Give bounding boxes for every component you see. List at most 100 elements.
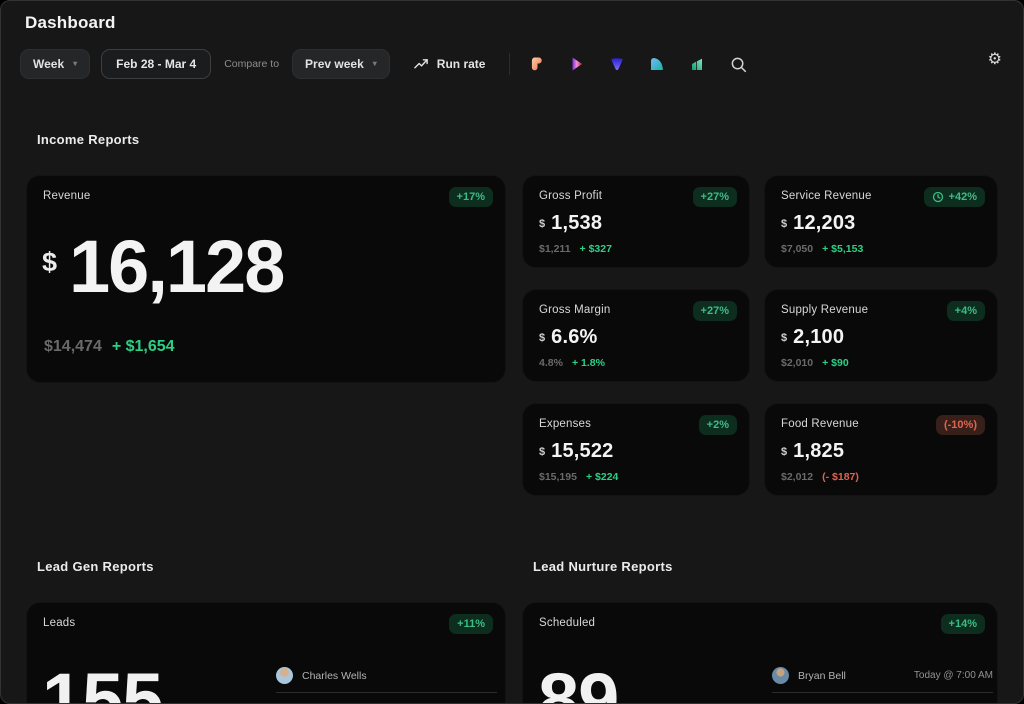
search-icon[interactable] [730,56,747,73]
metric-value: $ 12,203 [781,212,856,235]
metric-label: Revenue [43,190,90,202]
run-rate-toggle[interactable]: Run rate [414,57,486,71]
change-badge: +27% [693,187,737,207]
metric-label: Gross Margin [539,304,610,316]
currency-symbol: $ [42,247,57,304]
metric-value: $ 6.6% [539,326,598,349]
currency-symbol: $ [539,332,545,344]
change-badge: +2% [699,415,737,435]
integration-fin-icon[interactable] [649,56,665,72]
compare-select[interactable]: Prev week ▾ [292,49,390,79]
currency-symbol: $ [539,446,545,458]
previous-value: $1,211 [539,243,571,255]
gross-profit-card[interactable]: Gross Profit +27% $ 1,538 $1,211 + $327 [522,175,750,268]
assignee-name: Charles Wells [302,670,367,682]
previous-value: $15,195 [539,471,577,483]
previous-value: $2,012 [781,471,813,483]
supply-revenue-card[interactable]: Supply Revenue +4% $ 2,100 $2,010 + $90 [764,289,998,382]
assignee-name: Bryan Bell [798,670,846,682]
scheduled-time: Today @ 7:00 AM [914,670,993,681]
delta-value: + 1.8% [572,357,605,369]
comparison-row: $14,474 + $1,654 [44,338,175,356]
chevron-down-icon: ▾ [73,60,77,68]
metric-label: Scheduled [539,617,595,629]
integration-icons [529,56,705,72]
previous-value: $7,050 [781,243,813,255]
lead-gen-reports-heading: Lead Gen Reports [37,559,154,574]
currency-symbol: $ [781,218,787,230]
metric-value-number: 15,522 [551,440,613,463]
metric-label: Supply Revenue [781,304,868,316]
currency-symbol: $ [781,446,787,458]
change-badge: +17% [449,187,493,207]
period-select[interactable]: Week ▾ [20,49,90,79]
delta-value: + $327 [580,243,612,255]
date-range-label: Feb 28 - Mar 4 [116,57,196,71]
chevron-down-icon: ▾ [373,60,377,68]
compare-select-value: Prev week [305,57,364,71]
badge-clock-icon [932,191,944,203]
delta-value: + $5,153 [822,243,863,255]
currency-symbol: $ [539,218,545,230]
previous-value: 4.8% [539,357,563,369]
comparison-row: $15,195 + $224 [539,471,618,483]
metric-label: Service Revenue [781,190,872,202]
leads-card[interactable]: Leads +11% 155 Charles Wells [26,602,506,704]
comparison-row: $2,010 + $90 [781,357,849,369]
metric-value-number: 155 [42,663,162,704]
assignee-row[interactable]: Bryan Bell Today @ 7:00 AM [772,659,993,693]
service-revenue-card[interactable]: Service Revenue +42% $ 12,203 $7,050 + $… [764,175,998,268]
metric-label: Leads [43,617,75,629]
metric-label: Food Revenue [781,418,859,430]
lead-nurture-reports-heading: Lead Nurture Reports [533,559,673,574]
metric-value-number: 12,203 [793,212,855,235]
dashboard-window: Dashboard Week ▾ Feb 28 - Mar 4 Compare … [0,0,1024,704]
metric-value: $ 1,825 [781,440,844,463]
settings-gear-icon[interactable]: ⚙ [988,52,1002,68]
change-badge: +4% [947,301,985,321]
metric-value: $ 15,522 [539,440,614,463]
metric-value-number: 1,538 [551,212,602,235]
delta-value: + $90 [822,357,849,369]
delta-value: + $224 [586,471,618,483]
metric-value: $ 2,100 [781,326,844,349]
integration-play-icon[interactable] [569,56,585,72]
integration-cone-icon[interactable] [609,56,625,72]
previous-value: $14,474 [44,338,102,356]
change-badge-text: +42% [949,191,977,203]
period-select-value: Week [33,57,64,71]
change-badge: +27% [693,301,737,321]
income-metric-grid: Gross Profit +27% $ 1,538 $1,211 + $327 … [522,175,998,496]
integration-blob-icon[interactable] [529,56,545,72]
food-revenue-card[interactable]: Food Revenue (-10%) $ 1,825 $2,012 (- $1… [764,403,998,496]
assignee-row[interactable]: Charles Wells [276,659,497,693]
compare-to-label: Compare to [224,58,279,70]
page-title: Dashboard [25,13,116,33]
date-range-button[interactable]: Feb 28 - Mar 4 [101,49,211,79]
metric-label: Expenses [539,418,591,430]
delta-value: (- $187) [822,471,859,483]
metric-value-number: 89 [538,663,618,704]
avatar [772,667,789,684]
comparison-row: $7,050 + $5,153 [781,243,863,255]
metric-value: $ 1,538 [539,212,602,235]
scheduled-card[interactable]: Scheduled +14% 89 Bryan Bell Today @ 7:0… [522,602,998,704]
comparison-row: 4.8% + 1.8% [539,357,605,369]
run-rate-label: Run rate [437,57,486,71]
metric-value-number: 2,100 [793,326,844,349]
integration-chart-icon[interactable] [689,56,705,72]
comparison-row: $2,012 (- $187) [781,471,859,483]
revenue-card[interactable]: Revenue +17% $ 16,128 $14,474 + $1,654 [26,175,506,383]
change-badge: +42% [924,187,985,207]
previous-value: $2,010 [781,357,813,369]
currency-symbol: $ [781,332,787,344]
income-reports-heading: Income Reports [37,132,139,147]
expenses-card[interactable]: Expenses +2% $ 15,522 $15,195 + $224 [522,403,750,496]
metric-value: $ 16,128 [42,230,283,304]
metric-value-number: 1,825 [793,440,844,463]
toolbar-divider [509,53,510,75]
toolbar: Week ▾ Feb 28 - Mar 4 Compare to Prev we… [20,49,747,79]
gross-margin-card[interactable]: Gross Margin +27% $ 6.6% 4.8% + 1.8% [522,289,750,382]
change-badge: (-10%) [936,415,985,435]
comparison-row: $1,211 + $327 [539,243,612,255]
